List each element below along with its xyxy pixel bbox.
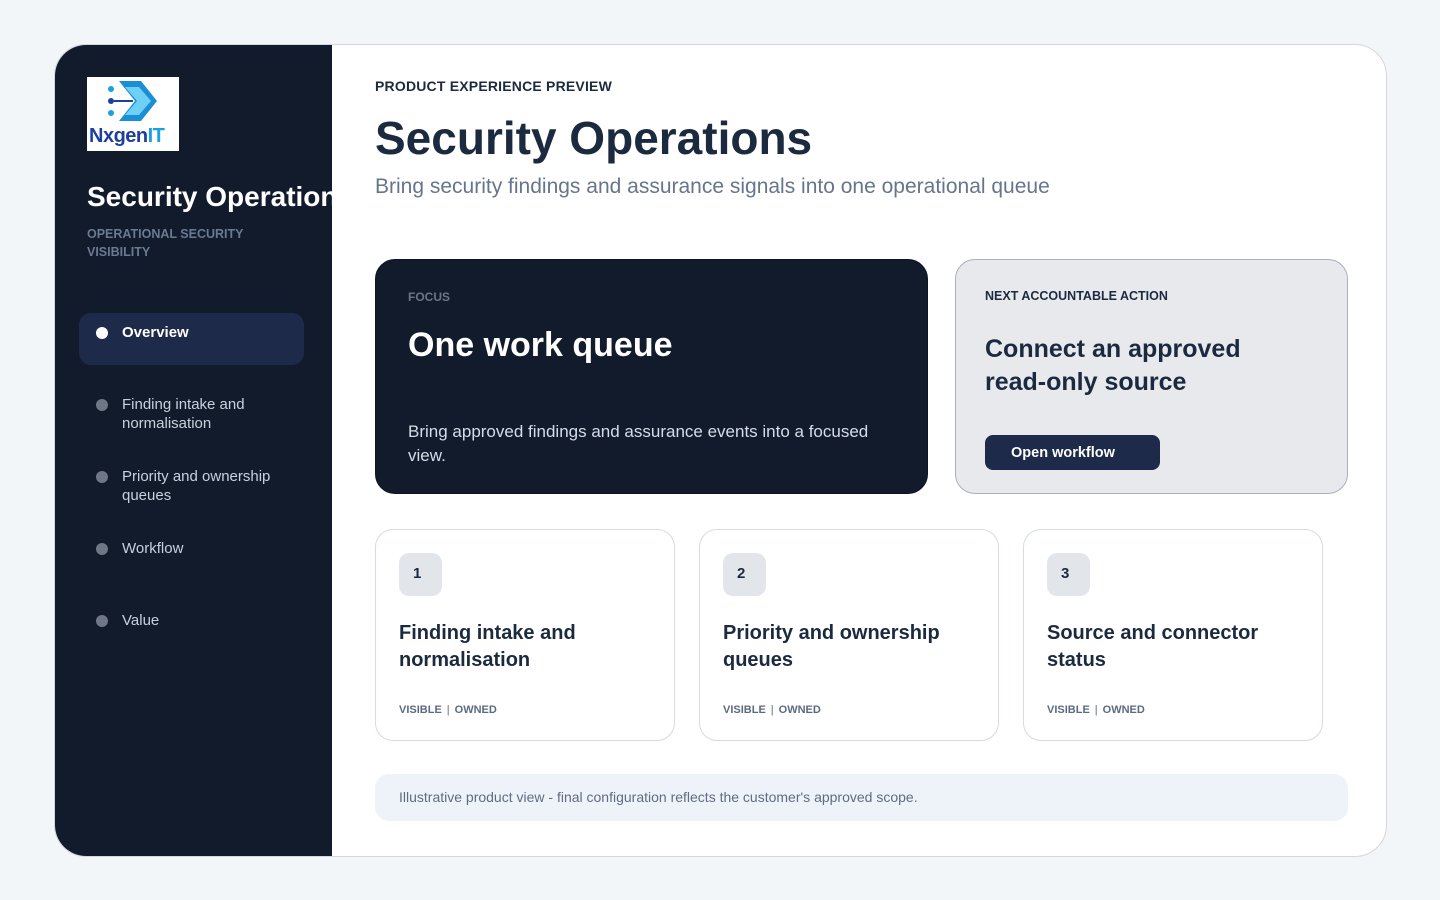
step-card: 1 Finding intake and normalisation VISIB… <box>375 529 675 741</box>
step-number-badge: 1 <box>399 553 442 596</box>
open-workflow-button[interactable]: Open workflow <box>985 435 1160 470</box>
next-action-title: Connect an approved read-only source <box>985 335 1241 396</box>
bullet-icon <box>96 327 108 339</box>
page-subtitle: Bring security findings and assurance si… <box>375 175 1050 198</box>
brand-subtitle: OPERATIONAL SECURITY VISIBILITY <box>87 227 244 259</box>
bullet-icon <box>96 615 108 627</box>
next-action-eyebrow: NEXT ACCOUNTABLE ACTION <box>985 289 1168 303</box>
sidebar-item-label: Workflow <box>122 540 184 557</box>
bullet-icon <box>96 543 108 555</box>
step-card: 2 Priority and ownership queues VISIBLE |… <box>699 529 999 741</box>
sidebar-item-workflow[interactable]: Workflow <box>79 529 304 581</box>
next-action-card: NEXT ACCOUNTABLE ACTION Connect an appro… <box>955 259 1348 494</box>
sidebar-item-label: Finding intake and normalisation <box>122 396 245 432</box>
step-number-badge: 2 <box>723 553 766 596</box>
step-number-badge: 3 <box>1047 553 1090 596</box>
sidebar: NxgenIT Security Operations OPERATIONAL … <box>55 45 332 856</box>
main-content: PRODUCT EXPERIENCE PREVIEW Security Oper… <box>375 45 1386 856</box>
page-eyebrow: PRODUCT EXPERIENCE PREVIEW <box>375 78 613 94</box>
sidebar-item-finding-intake[interactable]: Finding intake and normalisation <box>79 385 304 437</box>
sidebar-item-label: Value <box>122 612 160 629</box>
sidebar-item-overview[interactable]: Overview <box>79 313 304 365</box>
sidebar-item-label: Overview <box>122 324 189 341</box>
company-logo: NxgenIT <box>87 77 179 151</box>
focus-title: One work queue <box>408 326 673 364</box>
sidebar-item-label: Priority and ownership queues <box>122 468 271 504</box>
sidebar-item-value[interactable]: Value <box>79 601 304 653</box>
step-title: Source and connector status <box>1047 622 1259 671</box>
bullet-icon <box>96 471 108 483</box>
bullet-icon <box>96 399 108 411</box>
page-title: Security Operations <box>375 112 813 164</box>
step-tags: VISIBLE | OWNED <box>399 704 497 716</box>
step-title: Finding intake and normalisation <box>399 622 576 671</box>
app-frame: NxgenIT Security Operations OPERATIONAL … <box>54 44 1387 857</box>
step-card: 3 Source and connector status VISIBLE | OW… <box>1023 529 1323 741</box>
sidebar-item-priority-queues[interactable]: Priority and ownership queues <box>79 457 304 509</box>
focus-description: Bring approved findings and assurance ev… <box>408 422 869 465</box>
step-title: Priority and ownership queues <box>723 622 940 671</box>
logo-wordmark: NxgenIT <box>89 125 165 147</box>
disclaimer-note: Illustrative product view - final config… <box>375 774 1348 821</box>
brand-title: Security Operations <box>87 181 332 212</box>
step-tags: VISIBLE | OWNED <box>1047 704 1145 716</box>
focus-eyebrow: FOCUS <box>408 290 450 304</box>
focus-card: FOCUS One work queue Bring approved find… <box>375 259 928 494</box>
step-tags: VISIBLE | OWNED <box>723 704 821 716</box>
